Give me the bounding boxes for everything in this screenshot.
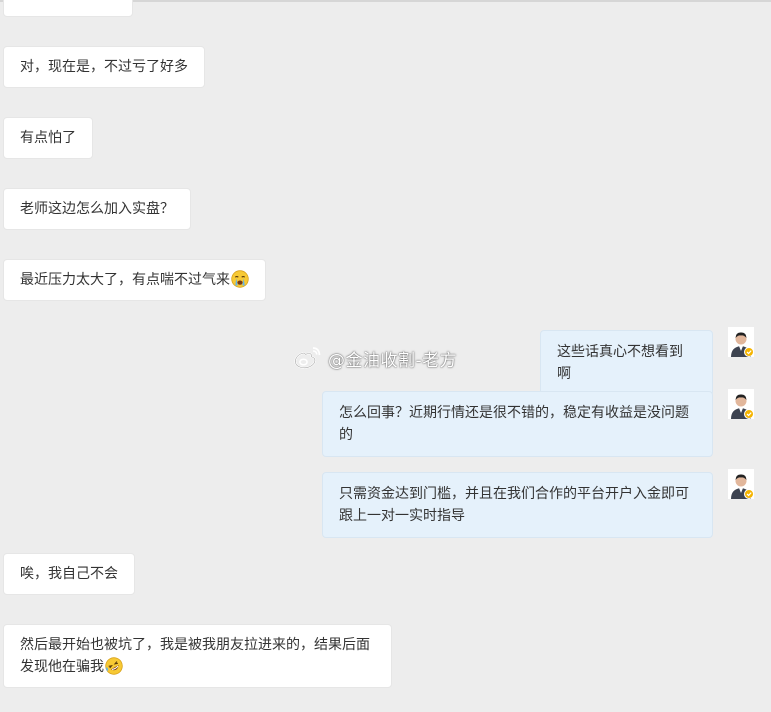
message-bubble-outgoing[interactable]: 怎么回事？近期行情还是很不错的，稳定有收益是没问题的: [322, 391, 713, 457]
message-text: 只需资金达到门槛，并且在我们合作的平台开户入金即可跟上一对一实时指导: [339, 486, 689, 524]
message-bubble-incoming[interactable]: 最近压力太大了，有点喘不过气来: [3, 259, 266, 301]
message-bubble-incoming[interactable]: 然后最开始也被坑了，我是被我朋友拉进来的，结果后面发现他在骗我: [3, 624, 392, 688]
weibo-icon: [294, 347, 321, 369]
message-bubble-incoming[interactable]: 唉，我自己不会: [3, 553, 135, 595]
watermark: @金油收割-老方: [292, 343, 457, 373]
avatar[interactable]: [728, 469, 754, 499]
message-text: 这些话真心不想看到啊: [557, 344, 683, 382]
message-bubble-outgoing[interactable]: 这些话真心不想看到啊: [540, 330, 713, 396]
rolling-laughing-face-icon: [105, 657, 123, 675]
message-text: 然后最开始也被坑了，我是被我朋友拉进来的，结果后面发现他在骗我: [20, 637, 370, 675]
message-text: 唉，我自己不会: [20, 566, 118, 582]
message-bubble-outgoing[interactable]: 只需资金达到门槛，并且在我们合作的平台开户入金即可跟上一对一实时指导: [322, 472, 713, 538]
message-text: 有点怕了: [20, 130, 76, 146]
message-bubble-partial: [3, 0, 133, 17]
message-text: 怎么回事？近期行情还是很不错的，稳定有收益是没问题的: [339, 405, 689, 443]
message-text: 对，现在是，不过亏了好多: [20, 59, 188, 75]
message-text: 最近压力太大了，有点喘不过气来: [20, 272, 230, 288]
crying-face-icon: [231, 270, 249, 288]
avatar[interactable]: [728, 327, 754, 357]
message-bubble-incoming[interactable]: 对，现在是，不过亏了好多: [3, 46, 205, 88]
message-text: 老师这边怎么加入实盘？: [20, 201, 174, 217]
message-bubble-incoming[interactable]: 老师这边怎么加入实盘？: [3, 188, 191, 230]
avatar[interactable]: [728, 389, 754, 419]
message-bubble-incoming[interactable]: 有点怕了: [3, 117, 93, 159]
watermark-text: @金油收割-老方: [328, 350, 458, 371]
